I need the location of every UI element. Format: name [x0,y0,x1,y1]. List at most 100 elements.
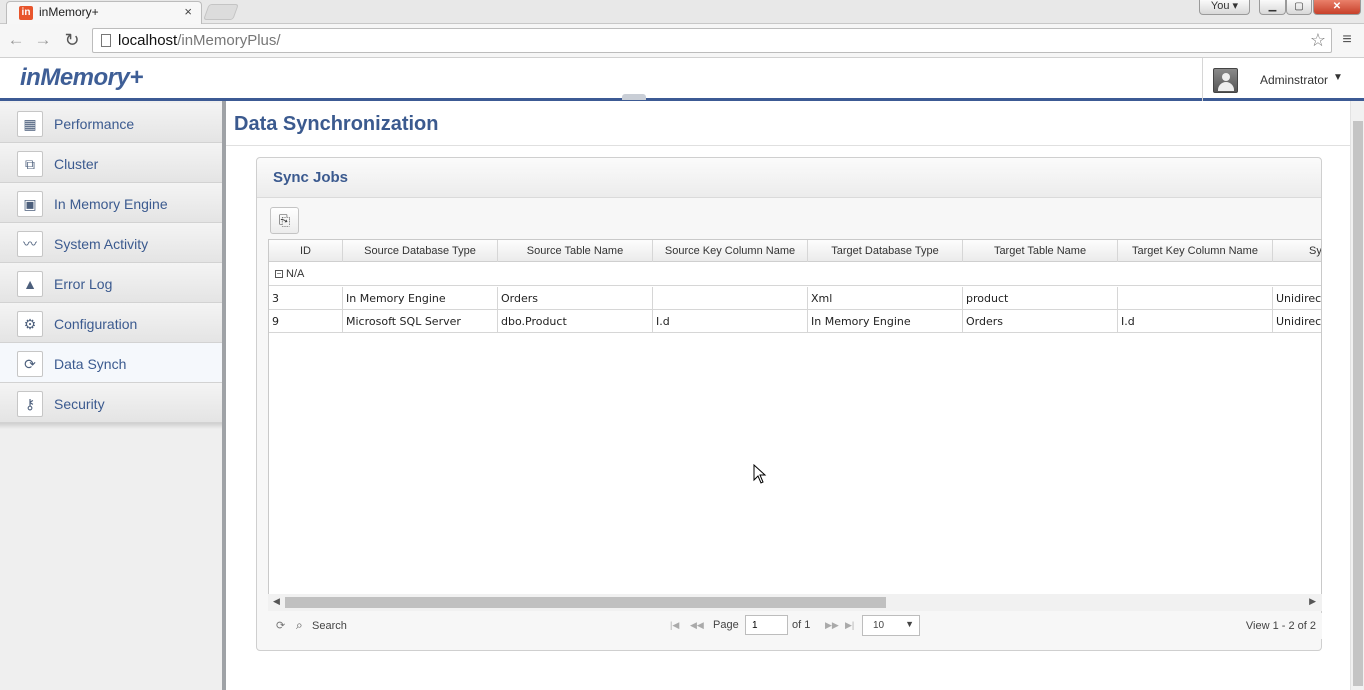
refresh-icon[interactable]: ⟳ [276,619,285,632]
user-menu[interactable]: Adminstrator ▼ [1202,58,1364,101]
sidebar-item-security[interactable]: ⚷ Security [0,383,222,423]
cell-sync-type: Unidirec [1273,287,1321,310]
group-row[interactable]: − N/A [269,263,1321,286]
new-tab-button[interactable] [203,4,239,20]
app-favicon-icon: in [19,6,33,20]
page-size-value: 10 [873,620,885,631]
scroll-right-icon[interactable]: ▶ [1309,596,1316,607]
mouse-cursor-icon [753,464,767,484]
app-header: inMemory+ Adminstrator ▼ [0,58,1364,101]
page-total: of 1 [792,619,811,631]
column-header-target-database-type[interactable]: Target Database Type [808,240,963,262]
forward-icon[interactable]: → [33,30,53,50]
browser-tab[interactable]: in inMemory+ × [6,1,202,24]
table-row[interactable]: 3 In Memory Engine Orders Xml product Un… [269,287,1321,310]
avatar [1213,68,1238,93]
record-count: View 1 - 2 of 2 [1245,620,1316,632]
browser-toolbar: ← → ↻ localhost/inMemoryPlus/ ☆ ≡ [0,24,1364,58]
gear-icon: ⚙ [17,311,43,337]
cell-source-database-type: In Memory Engine [343,287,498,310]
sidebar-item-label: Error Log [54,276,113,292]
sidebar-item-data-synch[interactable]: ⟳ Data Synch [0,343,222,383]
url-text: localhost/inMemoryPlus/ [118,32,281,49]
browser-tabstrip: in inMemory+ × You ▾ ▁ ▢ ✕ [0,0,1364,24]
grid-pager: ⟳ ⌕ Search |◀ ◀◀ Page of 1 ▶▶ ▶| 10 ▼ Vi… [268,613,1322,639]
user-name: Adminstrator [1260,73,1329,87]
add-sync-job-button[interactable]: ⎘ [270,207,299,234]
sidebar-item-label: System Activity [54,236,149,252]
table-row[interactable]: 9 Microsoft SQL Server dbo.Product I.d I… [269,310,1321,333]
header-collapse-handle[interactable] [622,94,646,100]
column-header-id[interactable]: ID [269,240,343,262]
star-icon[interactable]: ☆ [1310,30,1326,51]
sidebar-item-cluster[interactable]: ⧉ Cluster [0,143,222,183]
window-close-button[interactable]: ✕ [1313,0,1361,15]
last-page-icon[interactable]: ▶| [845,620,854,631]
cell-source-key-column-name: I.d [653,310,808,333]
page-label: Page [713,619,739,631]
main-content: Data Synchronization Sync Jobs ⎘ ID Sour… [226,101,1350,690]
sidebar-item-label: Performance [54,116,135,132]
horizontal-scrollbar[interactable]: ◀ ▶ [268,594,1322,611]
page-icon [101,34,111,47]
menu-icon[interactable]: ≡ [1340,31,1354,49]
cell-target-database-type: In Memory Engine [808,310,963,333]
reload-icon[interactable]: ↻ [62,30,82,50]
cell-source-table-name: Orders [498,287,653,310]
cell-target-key-column-name [1118,287,1273,310]
column-header-target-table-name[interactable]: Target Table Name [963,240,1118,262]
scroll-left-icon[interactable]: ◀ [273,596,280,607]
cell-target-key-column-name: I.d [1118,310,1273,333]
page-number-input[interactable] [745,615,788,635]
sidebar-item-label: Configuration [54,316,138,332]
back-icon[interactable]: ← [6,30,26,50]
group-label: N/A [286,268,305,280]
scrollbar-thumb[interactable] [285,597,886,608]
next-page-icon[interactable]: ▶▶ [825,620,839,631]
prev-page-icon[interactable]: ◀◀ [690,620,704,631]
sync-jobs-panel: Sync Jobs ⎘ ID Source Database Type Sour… [256,157,1322,651]
grid-header: ID Source Database Type Source Table Nam… [269,240,1321,262]
scrollbar-thumb[interactable] [1353,121,1363,686]
cell-target-table-name: product [963,287,1118,310]
performance-icon: ▦ [17,111,43,137]
divider [226,145,1350,146]
sidebar-item-label: In Memory Engine [54,196,168,212]
sidebar-item-performance[interactable]: ▦ Performance [0,103,222,143]
activity-icon: 〰 [17,231,43,257]
brand-logo: inMemory+ [20,64,143,91]
cell-target-table-name: Orders [963,310,1118,333]
panel-header: Sync Jobs [257,158,1321,198]
warning-icon: ▲ [17,271,43,297]
column-header-source-database-type[interactable]: Source Database Type [343,240,498,262]
page-scrollbar[interactable] [1350,101,1364,690]
column-header-sync-type[interactable]: Sy [1273,240,1321,262]
column-header-target-key-column-name[interactable]: Target Key Column Name [1118,240,1273,262]
cell-id: 9 [269,310,343,333]
sidebar-item-label: Data Synch [54,356,127,372]
search-icon[interactable]: ⌕ [296,618,303,633]
sidebar-item-system-activity[interactable]: 〰 System Activity [0,223,222,263]
first-page-icon[interactable]: |◀ [670,620,679,631]
search-button[interactable]: Search [312,620,347,632]
column-header-source-key-column-name[interactable]: Source Key Column Name [653,240,808,262]
cell-source-key-column-name [653,287,808,310]
page-size-select[interactable]: 10 ▼ [862,615,920,636]
window-minimize-button[interactable]: ▁ [1259,0,1286,15]
sidebar-item-configuration[interactable]: ⚙ Configuration [0,303,222,343]
column-header-source-table-name[interactable]: Source Table Name [498,240,653,262]
address-bar[interactable]: localhost/inMemoryPlus/ ☆ [92,28,1332,53]
sidebar-item-label: Security [54,396,105,412]
page-title: Data Synchronization [234,113,439,135]
browser-profile-button[interactable]: You ▾ [1199,0,1250,15]
sidebar-item-in-memory-engine[interactable]: ▣ In Memory Engine [0,183,222,223]
sync-jobs-grid: ID Source Database Type Source Table Nam… [268,239,1322,611]
sidebar-item-error-log[interactable]: ▲ Error Log [0,263,222,303]
cell-sync-type: Unidirec [1273,310,1321,333]
cell-id: 3 [269,287,343,310]
tab-close-icon[interactable]: × [184,4,192,19]
cell-source-table-name: dbo.Product [498,310,653,333]
collapse-icon[interactable]: − [275,270,283,278]
tab-title: inMemory+ [39,5,99,19]
window-maximize-button[interactable]: ▢ [1286,0,1312,15]
